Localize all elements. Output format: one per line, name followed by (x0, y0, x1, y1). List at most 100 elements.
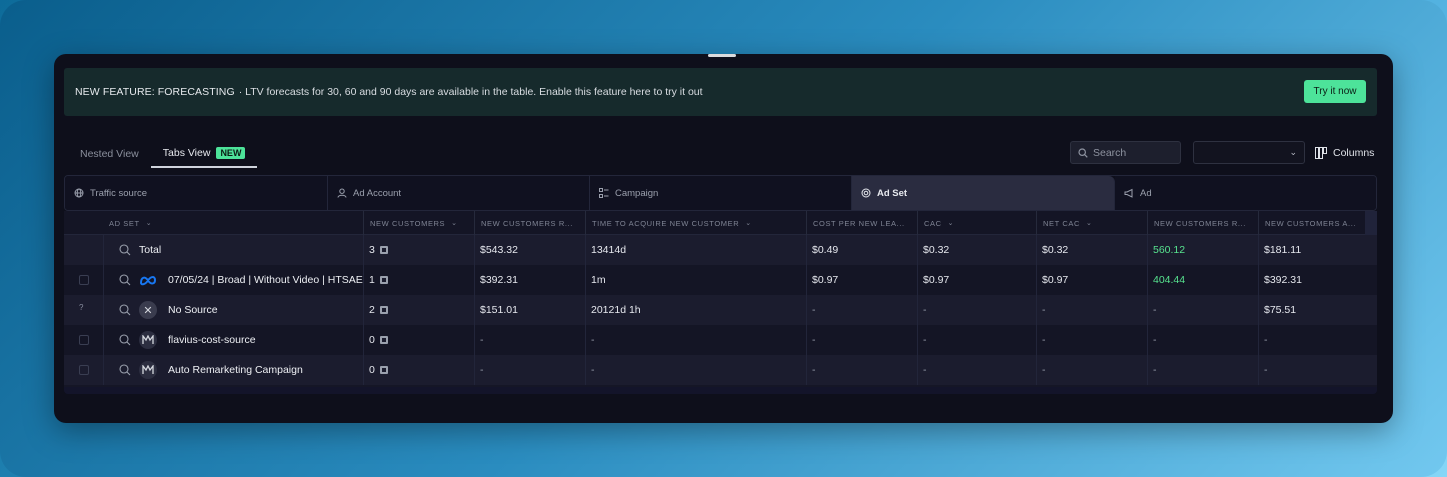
search-input[interactable] (1093, 146, 1173, 159)
cell-cost-per-lead: - (812, 364, 816, 376)
table-row[interactable]: Auto Remarketing Campaign 0 - - - - - - … (64, 355, 1377, 385)
magnifier-icon[interactable] (119, 244, 131, 256)
column-header-new-customers-revenue[interactable]: NEW CUSTOMERS R... (474, 211, 585, 235)
cell-avg: $181.11 (1264, 244, 1302, 256)
column-divider (1147, 235, 1148, 385)
column-header-ad-set[interactable]: AD SET ⌄ (103, 211, 363, 235)
cell-revenue: - (480, 334, 484, 346)
cell-avg: $75.51 (1264, 304, 1297, 316)
chevron-down-icon: ⌄ (745, 220, 752, 227)
cell-cost-per-lead: $0.49 (812, 244, 839, 256)
column-divider (917, 235, 918, 385)
column-header-net-cac[interactable]: NET CAC ⌄ (1036, 211, 1147, 235)
data-table: AD SET ⌄ NEW CUSTOMERS ⌄ NEW CUSTOMERS R..… (64, 211, 1377, 394)
column-header-cac[interactable]: CAC ⌄ (917, 211, 1036, 235)
row-name: No Source (168, 304, 218, 316)
chart-mini-icon[interactable] (379, 336, 388, 344)
segment-traffic-source[interactable]: Traffic source (65, 176, 328, 210)
magnifier-icon[interactable] (119, 364, 131, 376)
segment-label: Ad Set (877, 187, 908, 199)
banner-description: · LTV forecasts for 30, 60 and 90 days a… (238, 86, 703, 98)
chart-mini-icon[interactable] (379, 276, 388, 284)
cell-avg: $392.31 (1264, 274, 1302, 286)
column-header-label: AD SET (109, 218, 140, 228)
segment-label: Ad (1140, 187, 1152, 199)
chart-mini-icon[interactable] (379, 306, 388, 314)
row-checkbox[interactable] (79, 365, 89, 375)
table-row[interactable]: ? ✕ No Source 2 $151.01 20121d 1h - - - … (64, 295, 1377, 325)
table-row[interactable]: 07/05/24 | Broad | Without Video | HTSAE… (64, 265, 1377, 295)
column-header-label: CAC (924, 218, 942, 228)
chart-mini-icon[interactable] (379, 246, 388, 254)
cell-cac: - (923, 364, 927, 376)
segment-ad-account[interactable]: Ad Account (328, 176, 590, 210)
magnifier-icon[interactable] (119, 274, 131, 286)
cell-roas: - (1153, 304, 1157, 316)
cell-time-to-acquire: 1m (591, 274, 606, 286)
view-select[interactable]: ⌄ (1193, 141, 1305, 164)
custom-source-logo-icon (139, 331, 157, 349)
new-badge: NEW (216, 147, 246, 159)
column-header-new-customers-avg[interactable]: NEW CUSTOMERS A... (1258, 211, 1365, 235)
column-divider (474, 235, 475, 385)
row-name: 07/05/24 | Broad | Without Video | HTSAE… (168, 274, 363, 286)
segment-label: Traffic source (90, 187, 148, 199)
columns-label: Columns (1333, 147, 1375, 159)
level-segments: Traffic source Ad Account Campaign Ad Se… (64, 175, 1377, 211)
cell-cost-per-lead: $0.97 (812, 274, 839, 286)
cell-new-customers: 1 (363, 265, 474, 295)
cell-value: 0 (369, 334, 375, 346)
cell-time-to-acquire: 20121d 1h (591, 304, 641, 316)
chevron-down-icon: ⌄ (1085, 220, 1093, 227)
chevron-down-icon: ⌄ (451, 220, 458, 227)
cell-time-to-acquire: 13414d (591, 244, 627, 256)
column-header-label: TIME TO ACQUIRE NEW CUSTOMER (592, 218, 740, 228)
columns-icon (1315, 147, 1327, 159)
cell-cost-per-lead: - (812, 334, 816, 346)
cell-time-to-acquire: - (591, 334, 595, 346)
cell-value: 1 (369, 274, 375, 286)
feature-banner: NEW FEATURE: FORECASTING · LTV forecasts… (64, 68, 1377, 116)
cell-revenue: $392.31 (480, 274, 518, 286)
column-header-time-to-acquire[interactable]: TIME TO ACQUIRE NEW CUSTOMER ⌄ (585, 211, 806, 235)
column-divider (1036, 235, 1037, 385)
table-row-total[interactable]: Total 3 $543.32 13414d $0.49 $0.32 $0.32… (64, 235, 1377, 265)
row-name: flavius-cost-source (168, 334, 256, 346)
cell-net-cac: $0.97 (1042, 274, 1069, 286)
try-it-now-button[interactable]: Try it now (1304, 80, 1366, 103)
column-header-label: NEW CUSTOMERS (370, 218, 446, 228)
help-icon[interactable]: ? (79, 303, 83, 312)
horizontal-scrollbar[interactable] (64, 387, 1377, 394)
magnifier-icon[interactable] (119, 334, 131, 346)
column-header-new-customers[interactable]: NEW CUSTOMERS ⌄ (363, 211, 474, 235)
columns-button[interactable]: Columns (1315, 144, 1374, 162)
cell-cac: - (923, 304, 927, 316)
tab-tabs-view[interactable]: Tabs View NEW (150, 140, 258, 168)
column-header-cost-per-lead[interactable]: COST PER NEW LEA... (806, 211, 917, 235)
globe-icon (74, 188, 84, 198)
cell-cac: - (923, 334, 927, 346)
row-checkbox[interactable] (79, 335, 89, 345)
cell-cost-per-lead: - (812, 304, 816, 316)
column-header-label: NEW CUSTOMERS R... (1154, 218, 1246, 228)
column-header-new-customers-roas[interactable]: NEW CUSTOMERS R... (1147, 211, 1258, 235)
table-row[interactable]: flavius-cost-source 0 - - - - - - - (64, 325, 1377, 355)
cell-avg: - (1264, 364, 1268, 376)
cell-avg: - (1264, 334, 1268, 346)
tab-label: Nested View (80, 148, 139, 160)
segment-ad-set[interactable]: Ad Set (852, 176, 1115, 210)
tab-nested-view[interactable]: Nested View (68, 140, 151, 168)
campaign-grid-icon (599, 188, 609, 198)
cell-revenue: $151.01 (480, 304, 518, 316)
background-frame: NEW FEATURE: FORECASTING · LTV forecasts… (0, 0, 1447, 477)
cell-cac: $0.32 (923, 244, 950, 256)
megaphone-icon (1124, 188, 1134, 198)
segment-ad[interactable]: Ad (1115, 176, 1376, 210)
search-box[interactable] (1070, 141, 1181, 164)
chart-mini-icon[interactable] (379, 366, 388, 374)
segment-campaign[interactable]: Campaign (590, 176, 852, 210)
magnifier-icon[interactable] (119, 304, 131, 316)
tab-label: Tabs View (162, 147, 211, 159)
row-checkbox[interactable] (79, 275, 89, 285)
cell-time-to-acquire: - (591, 364, 595, 376)
